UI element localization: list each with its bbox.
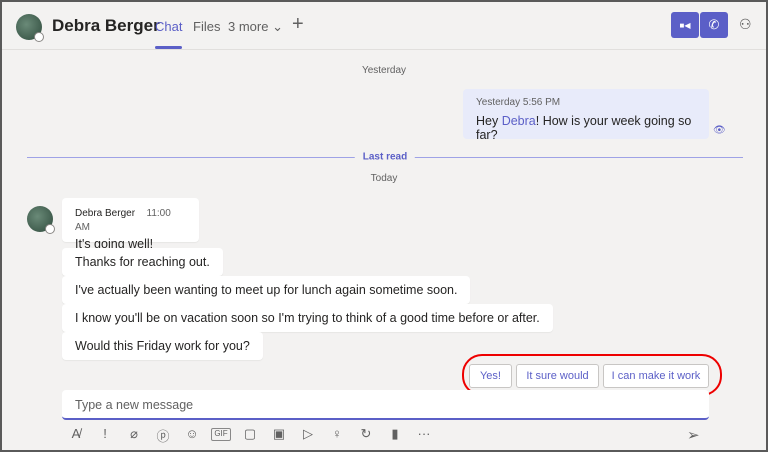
message: Thanks for reaching out. xyxy=(62,248,223,276)
sticker-icon[interactable]: ▢ xyxy=(240,426,260,445)
video-icon: ■◀ xyxy=(679,20,691,30)
format-icon[interactable]: A̸ xyxy=(66,426,86,445)
date-divider-today: Today xyxy=(370,173,398,184)
compose-toolbar: A̸ ! ⌀ ⓟ ☺ GIF ▢ ▣ ▷ ♀ ↻ ▮ ··· xyxy=(66,426,434,445)
gif-icon[interactable]: GIF xyxy=(211,428,231,441)
stream-icon[interactable]: ▷ xyxy=(298,426,318,445)
updates-icon[interactable]: ↻ xyxy=(356,426,376,445)
audio-call-button[interactable]: ✆ xyxy=(700,12,728,38)
chat-header: Debra Berger Chat Files 3 more ⌄ + ■◀ ✆ … xyxy=(2,2,766,50)
loop-icon[interactable]: ⓟ xyxy=(153,426,173,445)
important-icon[interactable]: ! xyxy=(95,426,115,445)
sender-name: Debra Berger xyxy=(75,208,136,219)
sender-avatar[interactable] xyxy=(27,206,55,234)
last-read-divider: Last read xyxy=(27,151,743,163)
message: I know you'll be on vacation soon so I'm… xyxy=(62,304,553,332)
message: I've actually been wanting to meet up fo… xyxy=(62,276,471,304)
message: Would this Friday work for you? xyxy=(62,332,263,360)
contact-name: Debra Berger xyxy=(52,16,160,35)
more-options-icon[interactable]: ··· xyxy=(414,426,434,445)
add-tab-button[interactable]: + xyxy=(292,13,304,36)
app-icon[interactable]: ▮ xyxy=(385,426,405,445)
presence-icon xyxy=(45,224,55,234)
suggested-reply-it-sure-would[interactable]: It sure would xyxy=(516,364,599,388)
send-icon[interactable]: ➢ xyxy=(687,426,700,444)
my-message: Yesterday 5:56 PM Hey Debra! How is your… xyxy=(463,89,709,142)
people-icon[interactable]: ⚇ xyxy=(739,16,752,33)
tab-more[interactable]: 3 more ⌄ xyxy=(228,19,283,35)
suggested-reply-yes[interactable]: Yes! xyxy=(469,364,512,388)
suggested-reply-i-can-make-it-work[interactable]: I can make it work xyxy=(603,364,709,388)
message-time: Yesterday 5:56 PM xyxy=(476,97,561,108)
schedule-meeting-icon[interactable]: ▣ xyxy=(269,426,289,445)
mention[interactable]: Debra xyxy=(502,114,536,128)
video-call-button[interactable]: ■◀ xyxy=(671,12,699,38)
presence-icon xyxy=(34,32,44,42)
message: Debra Berger 11:00 AM It's going well! xyxy=(62,198,199,251)
attach-icon[interactable]: ⌀ xyxy=(124,426,144,445)
tab-files[interactable]: Files xyxy=(193,19,220,34)
praise-icon[interactable]: ♀ xyxy=(327,426,347,445)
avatar[interactable] xyxy=(16,14,44,42)
message-input[interactable]: Type a new message xyxy=(62,390,709,420)
message-text: Hey xyxy=(476,114,502,128)
last-read-label: Last read xyxy=(354,151,416,163)
emoji-icon[interactable]: ☺ xyxy=(182,426,202,445)
tab-chat[interactable]: Chat xyxy=(155,19,183,49)
phone-icon: ✆ xyxy=(708,17,720,32)
date-divider-yesterday: Yesterday xyxy=(361,65,407,76)
seen-icon: 👁 xyxy=(713,125,726,136)
